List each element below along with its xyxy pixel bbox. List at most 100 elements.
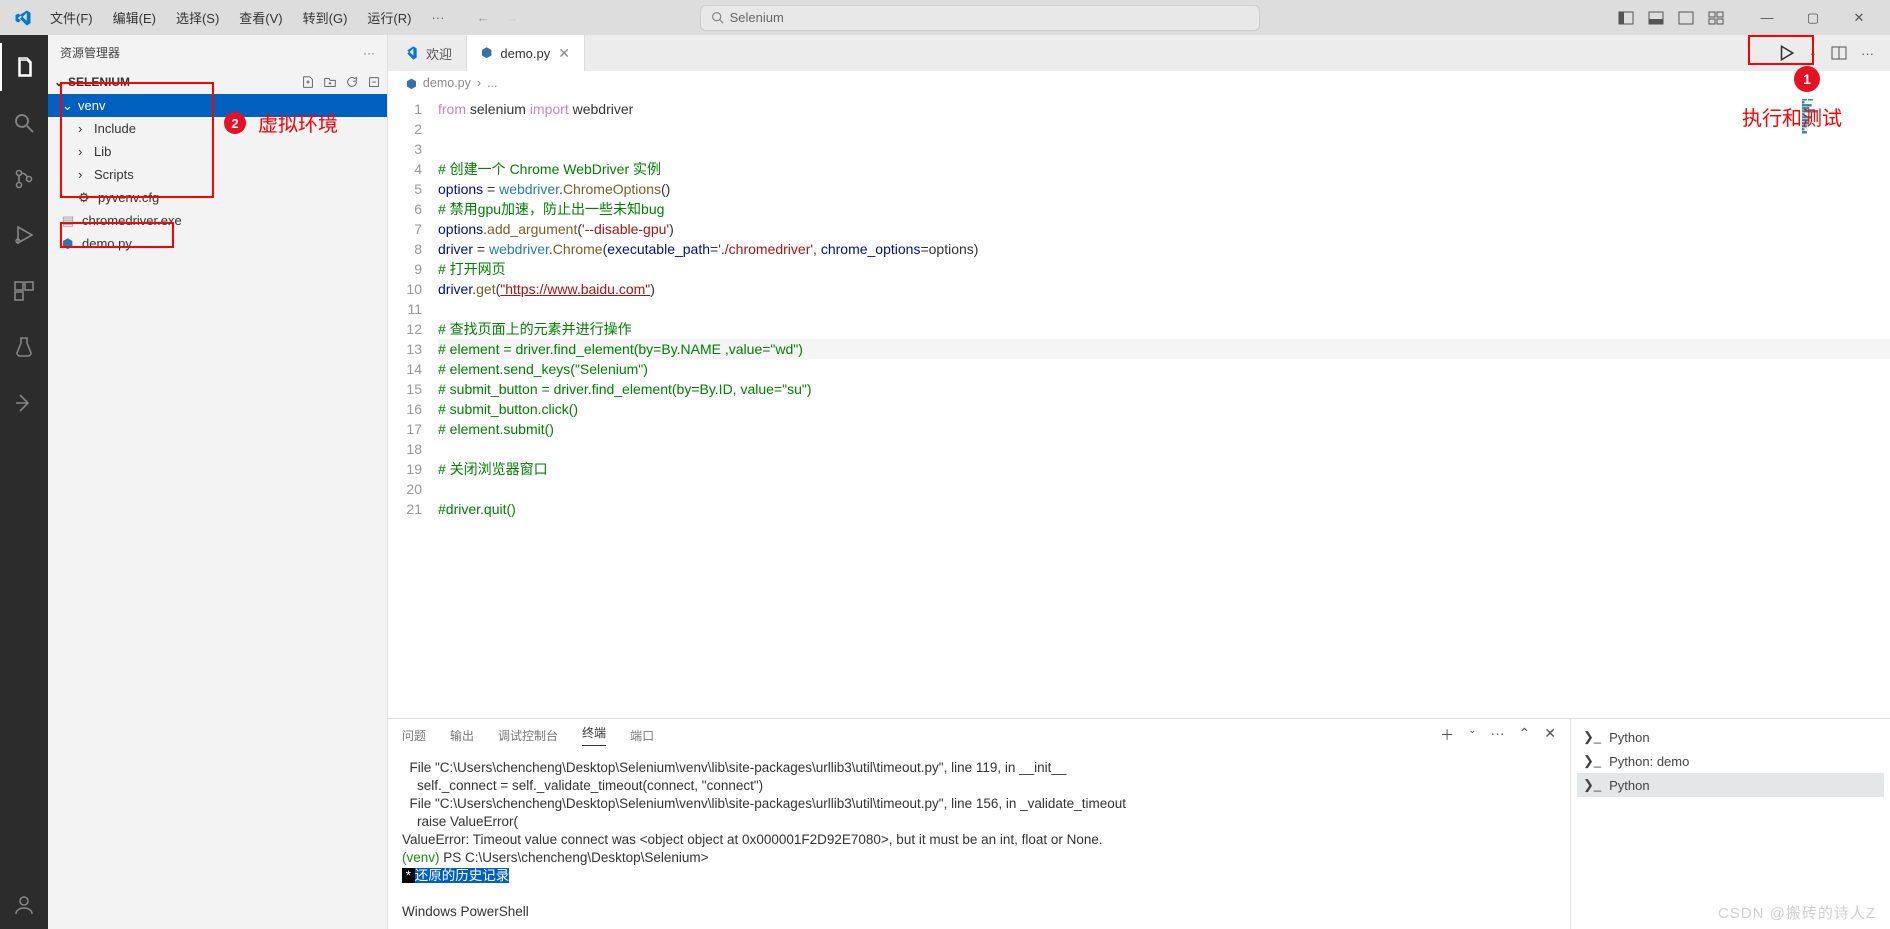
python-file-icon: ⬢ xyxy=(62,236,78,252)
tree-file-chromedriver[interactable]: ▤ chromedriver.exe xyxy=(48,209,387,232)
new-terminal-icon[interactable]: ＋ xyxy=(1440,725,1454,745)
close-tab-icon[interactable]: ✕ xyxy=(558,45,570,62)
tree-folder-include[interactable]: ›Include xyxy=(48,117,387,140)
sidebar-more-icon[interactable]: ··· xyxy=(363,46,375,60)
new-folder-icon[interactable] xyxy=(323,75,337,89)
file-label: demo.py xyxy=(82,236,132,251)
ab-source-control-icon[interactable] xyxy=(0,155,48,203)
split-editor-icon[interactable] xyxy=(1831,45,1847,61)
panel-tab-output[interactable]: 输出 xyxy=(450,727,474,744)
chevron-right-icon: › xyxy=(78,121,94,136)
panel-tab-ports[interactable]: 端口 xyxy=(630,727,654,744)
chevron-right-icon: › xyxy=(78,167,94,182)
tab-label: 欢迎 xyxy=(426,44,452,63)
tab-demo[interactable]: ⬢ demo.py ✕ xyxy=(467,35,585,71)
sidebar-title: 资源管理器 xyxy=(60,44,363,61)
ab-account-icon[interactable] xyxy=(0,881,48,929)
panel-more-icon[interactable]: ··· xyxy=(1491,725,1505,745)
panel-tab-problems[interactable]: 问题 xyxy=(402,727,426,744)
folder-label: Include xyxy=(94,121,136,136)
tree-folder-venv[interactable]: ⌄ venv xyxy=(48,94,387,117)
command-center-search[interactable]: Selenium xyxy=(700,5,1260,31)
menu-select[interactable]: 选择(S) xyxy=(168,4,227,31)
menu-goto[interactable]: 转到(G) xyxy=(295,4,356,31)
tab-more-icon[interactable]: ··· xyxy=(1861,46,1874,61)
collapse-icon[interactable] xyxy=(367,75,381,89)
toggle-panel-left-icon[interactable] xyxy=(1618,10,1638,26)
tab-label: demo.py xyxy=(500,46,550,61)
panel-close-icon[interactable]: ✕ xyxy=(1544,725,1556,745)
close-icon[interactable]: ✕ xyxy=(1836,0,1882,35)
search-text: Selenium xyxy=(730,10,784,25)
title-bar: 文件(F) 编辑(E) 选择(S) 查看(V) 转到(G) 运行(R) ··· … xyxy=(0,0,1890,35)
sidebar-explorer: 资源管理器 ··· ⌄ SELENIUM ⌄ venv ›Include ›Li… xyxy=(48,35,388,929)
tree-file-demo[interactable]: ⬢ demo.py xyxy=(48,232,387,255)
maximize-icon[interactable]: ▢ xyxy=(1790,0,1836,35)
python-file-icon: ⬢ xyxy=(406,76,417,91)
nav-forward-icon[interactable]: → xyxy=(505,10,518,25)
terminal-icon: ❯_ xyxy=(1583,753,1601,769)
search-icon xyxy=(711,11,724,24)
terminal-item-python[interactable]: ❯_Python xyxy=(1577,725,1884,749)
code-editor[interactable]: 123456789101112131415161718192021 from s… xyxy=(388,95,1890,718)
menu-overflow-icon[interactable]: ··· xyxy=(423,6,452,29)
new-file-icon[interactable] xyxy=(301,75,315,89)
gear-icon: ⚙ xyxy=(78,190,94,206)
chevron-down-icon: ⌄ xyxy=(62,98,78,114)
tree-folder-lib[interactable]: ›Lib xyxy=(48,140,387,163)
vscode-logo-icon xyxy=(14,9,32,27)
terminal-item-python-demo[interactable]: ❯_Python: demo xyxy=(1577,749,1884,773)
panel-maximize-icon[interactable]: ⌃ xyxy=(1519,725,1531,745)
ab-search-icon[interactable] xyxy=(0,99,48,147)
menu-edit[interactable]: 编辑(E) xyxy=(105,4,164,31)
nav-back-icon[interactable]: ← xyxy=(476,10,489,25)
tree-folder-scripts[interactable]: ›Scripts xyxy=(48,163,387,186)
breadcrumb-more: ... xyxy=(487,76,497,90)
nav-arrows: ← → xyxy=(476,10,518,25)
breadcrumb-sep: › xyxy=(477,76,481,90)
tab-bar: 欢迎 ⬢ demo.py ✕ ⌄ ··· xyxy=(388,35,1890,71)
customize-layout-icon[interactable] xyxy=(1708,10,1728,26)
terminal-item-python-3[interactable]: ❯_Python xyxy=(1577,773,1884,797)
ab-explorer-icon[interactable] xyxy=(0,43,48,91)
tree-file-pyvenv[interactable]: ⚙ pyvenv.cfg xyxy=(48,186,387,209)
sidebar-header: 资源管理器 ··· xyxy=(48,35,387,70)
window-controls: — ▢ ✕ xyxy=(1744,0,1882,35)
toggle-panel-bottom-icon[interactable] xyxy=(1648,10,1668,26)
panel-tab-terminal[interactable]: 终端 xyxy=(582,724,606,746)
activity-bar xyxy=(0,35,48,929)
layout-controls xyxy=(1618,10,1728,26)
run-button-icon[interactable] xyxy=(1777,44,1795,62)
terminal-icon: ❯_ xyxy=(1583,729,1601,745)
sidebar-section[interactable]: ⌄ SELENIUM xyxy=(48,70,387,94)
bottom-panel: 问题 输出 调试控制台 终端 端口 ＋ ⌄ ··· ⌃ ✕ File "C:\Us… xyxy=(388,718,1890,929)
minimize-icon[interactable]: — xyxy=(1744,0,1790,35)
chevron-down-icon: ⌄ xyxy=(54,75,68,89)
file-label: chromedriver.exe xyxy=(82,213,182,228)
ab-gitlens-icon[interactable] xyxy=(0,379,48,427)
ab-testing-icon[interactable] xyxy=(0,323,48,371)
chevron-right-icon: › xyxy=(78,144,94,159)
terminal-list: ❯_Python ❯_Python: demo ❯_Python xyxy=(1570,719,1890,929)
line-numbers: 123456789101112131415161718192021 xyxy=(388,95,438,718)
folder-label: Lib xyxy=(94,144,111,159)
terminal-output[interactable]: File "C:\Users\chencheng\Desktop\Seleniu… xyxy=(388,751,1570,929)
file-icon: ▤ xyxy=(62,213,78,229)
code-content[interactable]: from selenium import webdriver # 创建一个 Ch… xyxy=(438,95,1890,718)
panel-tab-debug[interactable]: 调试控制台 xyxy=(498,727,558,744)
file-label: pyvenv.cfg xyxy=(98,190,159,205)
python-file-icon: ⬢ xyxy=(481,45,492,61)
ab-extensions-icon[interactable] xyxy=(0,267,48,315)
menu-run[interactable]: 运行(R) xyxy=(359,4,419,31)
breadcrumb[interactable]: ⬢ demo.py › ... xyxy=(388,71,1890,95)
toggle-panel-right-icon[interactable] xyxy=(1678,10,1698,26)
breadcrumb-file: demo.py xyxy=(423,76,471,90)
menu-file[interactable]: 文件(F) xyxy=(42,4,101,31)
vscode-logo-icon xyxy=(402,45,418,61)
menu-view[interactable]: 查看(V) xyxy=(231,4,290,31)
terminal-dropdown-icon[interactable]: ⌄ xyxy=(1468,725,1476,745)
tab-welcome[interactable]: 欢迎 xyxy=(388,35,467,71)
ab-run-debug-icon[interactable] xyxy=(0,211,48,259)
refresh-icon[interactable] xyxy=(345,75,359,89)
run-dropdown-icon[interactable]: ⌄ xyxy=(1809,48,1817,59)
